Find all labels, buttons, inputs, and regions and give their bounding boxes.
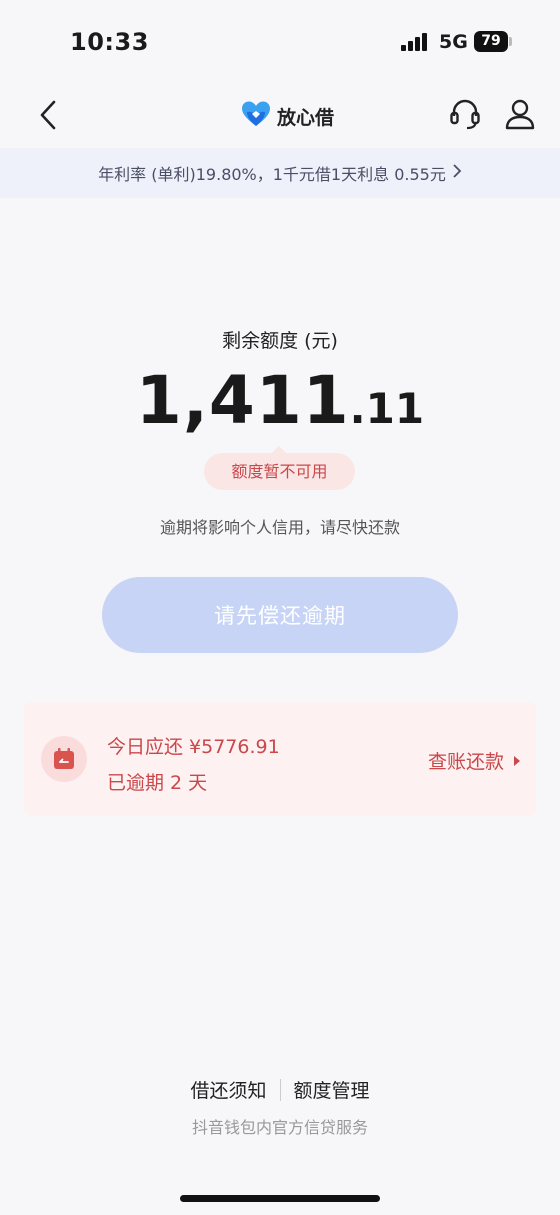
- overdue-days: 已逾期 2 天: [107, 772, 208, 794]
- battery-icon: 79: [474, 31, 508, 52]
- home-indicator[interactable]: [180, 1195, 380, 1202]
- footer-divider: [279, 1078, 281, 1101]
- brand-name: 放心借: [277, 106, 335, 129]
- network-type: 5G: [439, 31, 468, 53]
- rate-banner[interactable]: 年利率 (单利)19.80%，1千元借1天利息 0.55元: [0, 148, 560, 198]
- due-card[interactable]: 今日应还 ¥5776.91 已逾期 2 天 查账还款: [24, 702, 536, 816]
- pill-pointer: [272, 446, 286, 453]
- remaining-limit-label: 剩余额度 (元): [222, 330, 338, 352]
- status-bar: 10:33 5G 79: [0, 0, 560, 84]
- signal-icon: [401, 33, 431, 51]
- triangle-right-icon: [514, 755, 520, 766]
- headset-icon[interactable]: [448, 97, 482, 131]
- status-time: 10:33: [70, 28, 149, 56]
- brand: 放心借: [241, 101, 334, 131]
- repay-overdue-button[interactable]: 请先偿还逾期: [102, 577, 458, 653]
- rate-banner-text: 年利率 (单利)19.80%，1千元借1天利息 0.55元: [98, 165, 446, 184]
- battery-tip: [509, 37, 512, 46]
- limit-management-link[interactable]: 额度管理: [294, 1076, 370, 1103]
- due-today-amount: 今日应还 ¥5776.91: [107, 736, 280, 758]
- remaining-limit-amount: 1,411.11: [0, 362, 560, 439]
- nav-bar: 放心借: [0, 84, 560, 148]
- brand-logo-icon: [241, 100, 271, 132]
- borrow-repay-rules-link[interactable]: 借还须知: [190, 1076, 266, 1103]
- calendar-icon: [41, 736, 87, 782]
- footer-links: 借还须知 额度管理: [0, 1076, 560, 1103]
- back-icon[interactable]: [34, 98, 64, 132]
- view-bill-repay-label: 查账还款: [427, 751, 504, 773]
- amount-integer: 1,411: [135, 362, 350, 439]
- chevron-right-icon: [452, 163, 462, 184]
- overdue-warning: 逾期将影响个人信用，请尽快还款: [159, 518, 400, 537]
- footer-subtitle: 抖音钱包内官方信贷服务: [191, 1118, 368, 1137]
- user-icon[interactable]: [503, 97, 537, 131]
- amount-decimal: .11: [349, 384, 425, 433]
- limit-status-badge: 额度暂不可用: [204, 453, 355, 490]
- view-bill-repay-link[interactable]: 查账还款: [428, 747, 520, 774]
